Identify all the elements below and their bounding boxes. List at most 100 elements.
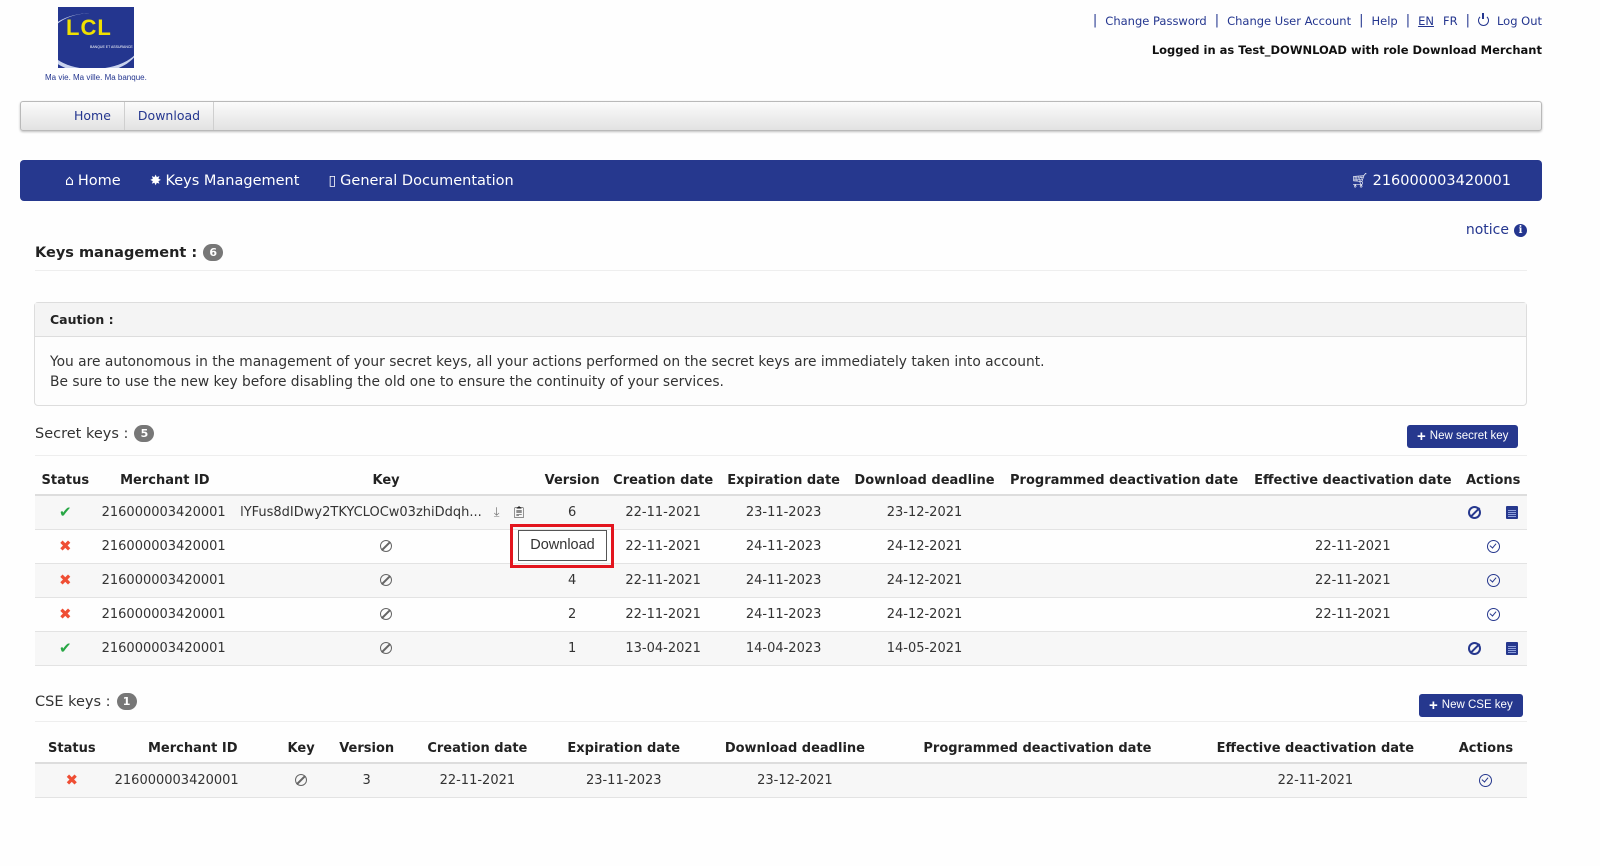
column-header-effective-deactivation-date: Effective deactivation date — [1246, 466, 1460, 496]
column-header-merchant-id: Merchant ID — [108, 734, 277, 764]
cse-keys-count-badge: 1 — [116, 693, 137, 710]
keys-count-badge: 6 — [203, 244, 224, 261]
creation-cell: 22-11-2021 — [606, 562, 721, 597]
column-header-version: Version — [538, 466, 607, 496]
new-cse-key-button[interactable]: + New CSE key — [1419, 694, 1523, 717]
tagline: Ma vie. Ma ville. Ma banque. — [45, 73, 147, 82]
download-icon[interactable]: ⤓ — [494, 505, 500, 520]
key-unavailable-icon — [295, 774, 308, 787]
power-icon[interactable] — [1477, 13, 1489, 26]
change-password-link[interactable]: Change Password — [1105, 14, 1206, 28]
programmed-cell — [1001, 494, 1247, 529]
notice-link[interactable]: notice i — [1466, 222, 1527, 238]
copy-to-clipboard-icon[interactable]: 📋︎ — [512, 505, 527, 519]
notice-label: notice — [1465, 222, 1509, 238]
caution-line-2: Be sure to use the new key before disabl… — [50, 374, 724, 390]
separator: | — [1214, 13, 1220, 28]
effective-cell: 22-11-2021 — [1246, 562, 1460, 597]
actions-cell — [1459, 528, 1527, 563]
table-row: ✖ 216000003420001 4 22-11-2021 24-11-2023 24-… — [35, 562, 1527, 597]
new-secret-key-button[interactable]: + New secret key — [1407, 425, 1519, 448]
table-row: ✖216000003420001522-11-202124-11-202324-… — [35, 528, 1527, 563]
merchant-id-cell: 216000003420001 — [95, 596, 235, 631]
expiration-cell: 23-11-2023 — [720, 494, 848, 529]
book-icon: ▯ — [328, 172, 337, 189]
enable-key-check-icon[interactable] — [1479, 773, 1493, 787]
deadline-cell: 23-12-2021 — [847, 494, 1002, 529]
shopping-cart-icon: 🛒︎ — [1350, 172, 1369, 189]
nav-keys-management[interactable]: ✸ Keys Management — [150, 173, 300, 189]
table-header-row: Status Merchant ID Key Version Creation date… — [35, 466, 1527, 496]
change-user-account-link[interactable]: Change User Account — [1227, 14, 1351, 28]
expiration-cell: 24-11-2023 — [720, 596, 848, 631]
separator: | — [1092, 13, 1098, 28]
new-secret-key-label: New secret key — [1429, 430, 1509, 442]
column-header-expiration-date: Expiration date — [546, 734, 701, 764]
top-links: | Change Password | Change User Account … — [1085, 13, 1542, 28]
home-icon: ⌂ — [65, 172, 74, 189]
column-header-key: Key — [234, 466, 539, 496]
deadline-cell: 24-12-2021 — [847, 562, 1002, 597]
logo-text: LCL — [66, 15, 112, 40]
actions-cell — [1459, 562, 1527, 597]
key-cell — [234, 630, 539, 666]
actions-cell — [1459, 494, 1527, 529]
disable-key-icon[interactable] — [1468, 505, 1482, 519]
lcl-logo[interactable]: LCL BANQUE ET ASSURANCE — [58, 7, 134, 68]
merchant-id-cell: 216000003420001 — [95, 630, 235, 666]
disable-key-icon[interactable] — [1468, 641, 1482, 655]
effective-cell: 22-11-2021 — [1185, 762, 1445, 798]
new-cse-key-label: New CSE key — [1441, 699, 1513, 711]
status-cell: ✖ — [35, 528, 96, 563]
version-cell: 2 — [538, 596, 607, 631]
key-cell — [234, 562, 539, 597]
calendar-icon[interactable] — [1506, 505, 1519, 519]
menu-item-download[interactable]: Download — [125, 102, 215, 130]
lang-fr-link[interactable]: FR — [1443, 14, 1458, 28]
key-unavailable-icon — [380, 540, 393, 552]
table-row: ✔ 216000003420001 lYFus8dIDwy2TKYCLOCw03zh… — [35, 494, 1527, 529]
enable-key-check-icon[interactable] — [1486, 607, 1500, 621]
effective-cell: 22-11-2021 — [1246, 528, 1460, 563]
menu-item-home[interactable]: Home — [21, 102, 125, 130]
column-header-version: Version — [325, 734, 409, 764]
key-unavailable-icon — [380, 574, 393, 586]
secret-keys-label: Secret keys : — [35, 425, 129, 442]
expiration-cell: 24-11-2023 — [720, 528, 848, 563]
secret-keys-count-badge: 5 — [134, 425, 155, 442]
calendar-icon[interactable] — [1506, 641, 1519, 655]
column-header-programmed-deactivation-date: Programmed deactivation date — [1001, 466, 1247, 496]
separator: | — [1359, 13, 1364, 28]
nav-general-documentation[interactable]: ▯ General Documentation — [328, 173, 513, 189]
status-cell: ✖ — [35, 762, 109, 798]
help-link[interactable]: Help — [1371, 14, 1397, 28]
lang-en-link[interactable]: EN — [1418, 14, 1434, 28]
enable-key-check-icon[interactable] — [1486, 539, 1500, 553]
divider — [35, 455, 1527, 456]
status-inactive-x-icon: ✖ — [59, 571, 72, 589]
status-active-check-icon: ✔ — [59, 639, 72, 657]
key-unavailable-icon — [380, 608, 393, 620]
download-tooltip: Download — [518, 530, 607, 561]
column-header-status: Status — [35, 466, 96, 496]
logout-link[interactable]: Log Out — [1497, 14, 1542, 28]
column-header-key: Key — [276, 734, 326, 764]
creation-cell: 13-04-2021 — [606, 630, 721, 666]
effective-cell — [1246, 630, 1460, 666]
status-cell: ✖ — [35, 562, 96, 597]
version-cell: 4 — [538, 562, 607, 597]
deadline-cell: 24-12-2021 — [847, 528, 1002, 563]
enable-key-check-icon[interactable] — [1486, 573, 1500, 587]
version-cell: 3 — [325, 762, 409, 798]
creation-cell: 22-11-2021 — [606, 596, 721, 631]
version-cell: 1 — [538, 630, 607, 666]
deadline-cell: 24-12-2021 — [847, 596, 1002, 631]
shop-selector[interactable]: 🛒︎ 216000003420001 — [1351, 173, 1511, 189]
status-cell: ✔ — [35, 494, 96, 529]
merchant-id-cell: 216000003420001 — [95, 528, 235, 563]
info-icon: i — [1514, 223, 1527, 237]
cse-keys-table: Status Merchant ID Key Version Creation date… — [35, 734, 1527, 798]
nav-home[interactable]: ⌂ Home — [65, 173, 121, 189]
expiration-cell: 24-11-2023 — [720, 562, 848, 597]
programmed-cell — [1001, 528, 1247, 563]
